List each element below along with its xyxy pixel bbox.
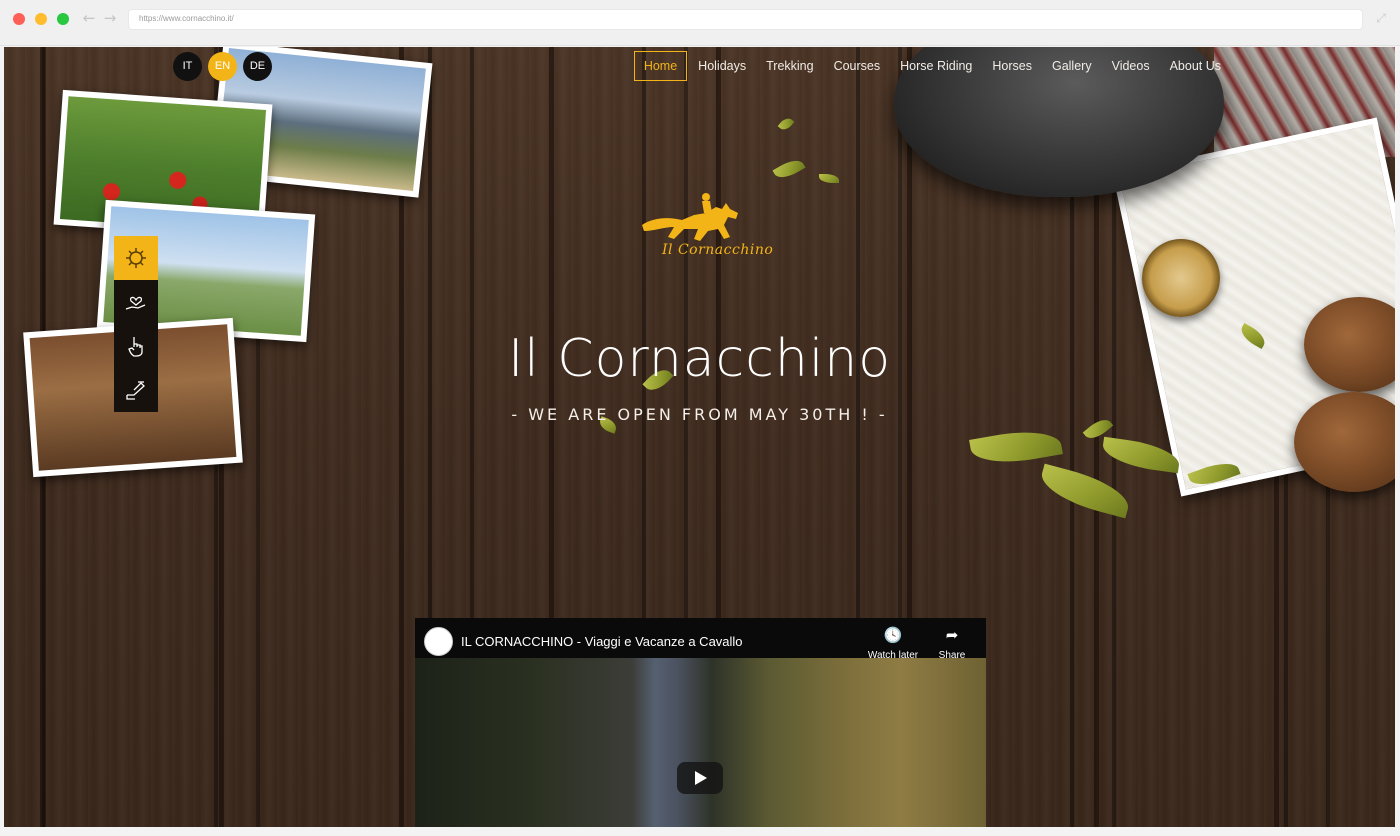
site-logo[interactable]: Il Cornacchino xyxy=(634,187,774,277)
browser-window: ← → https://www.cornacchino.it/ ⤢ IT EN … xyxy=(0,0,1400,836)
hero-title: Il Cornacchino xyxy=(507,329,892,389)
channel-avatar[interactable] xyxy=(424,627,453,656)
language-de[interactable]: DE xyxy=(243,52,272,81)
video-header: IL CORNACCHINO - Viaggi e Vacanze a Cava… xyxy=(415,618,986,661)
video-thumbnail xyxy=(415,658,986,827)
heart-hand-icon xyxy=(125,296,146,310)
decorative-compass xyxy=(1142,239,1220,317)
hero-subtitle: - WE ARE OPEN FROM MAY 30TH ! - xyxy=(511,405,888,424)
main-navigation: Home Holidays Trekking Courses Horse Rid… xyxy=(632,51,1230,81)
play-button[interactable] xyxy=(677,762,723,794)
nav-courses[interactable]: Courses xyxy=(825,52,890,80)
decorative-leaf xyxy=(772,155,806,183)
youtube-video-embed[interactable]: IL CORNACCHINO - Viaggi e Vacanze a Cava… xyxy=(415,618,986,827)
language-en[interactable]: EN xyxy=(208,52,237,81)
covid-virus-icon xyxy=(126,248,146,268)
logo-wordmark: Il Cornacchino xyxy=(662,242,774,258)
address-bar-url: https://www.cornacchino.it/ xyxy=(139,14,234,23)
nav-videos[interactable]: Videos xyxy=(1103,52,1159,80)
share-arrow-icon: ➦ xyxy=(945,626,959,644)
nav-home[interactable]: Home xyxy=(633,51,688,81)
watch-later-button[interactable]: 🕓 Watch later xyxy=(863,626,923,661)
minimize-window-button[interactable] xyxy=(35,13,47,25)
clock-icon: 🕓 xyxy=(883,626,903,644)
fullscreen-icon[interactable]: ⤢ xyxy=(1374,11,1388,25)
care-button[interactable] xyxy=(114,280,158,324)
nav-gallery[interactable]: Gallery xyxy=(1043,52,1101,80)
maximize-window-button[interactable] xyxy=(57,13,69,25)
covid-info-button[interactable] xyxy=(114,236,158,280)
language-it[interactable]: IT xyxy=(173,52,202,81)
address-bar[interactable]: https://www.cornacchino.it/ xyxy=(128,9,1363,30)
page-viewport: IT EN DE Home Holidays Trekking Courses … xyxy=(4,47,1395,827)
nav-horse-riding[interactable]: Horse Riding xyxy=(891,52,981,80)
watch-later-label: Watch later xyxy=(867,650,919,661)
decorative-leaf xyxy=(777,115,795,133)
nav-horses[interactable]: Horses xyxy=(983,52,1041,80)
nav-trekking[interactable]: Trekking xyxy=(757,52,822,80)
share-button[interactable]: ➦ Share xyxy=(922,626,982,661)
decorative-leaf xyxy=(1036,463,1134,519)
decorative-leaf xyxy=(819,174,839,183)
video-title[interactable]: IL CORNACCHINO - Viaggi e Vacanze a Cava… xyxy=(461,634,743,649)
nav-holidays[interactable]: Holidays xyxy=(689,52,755,80)
back-arrow-icon[interactable]: ← xyxy=(80,9,98,27)
forward-arrow-icon[interactable]: → xyxy=(101,9,119,27)
share-label: Share xyxy=(938,650,966,661)
close-window-button[interactable] xyxy=(13,13,25,25)
decorative-leaf xyxy=(969,424,1063,470)
nav-about-us[interactable]: About Us xyxy=(1161,52,1230,80)
browser-toolbar: ← → https://www.cornacchino.it/ ⤢ xyxy=(0,0,1400,46)
